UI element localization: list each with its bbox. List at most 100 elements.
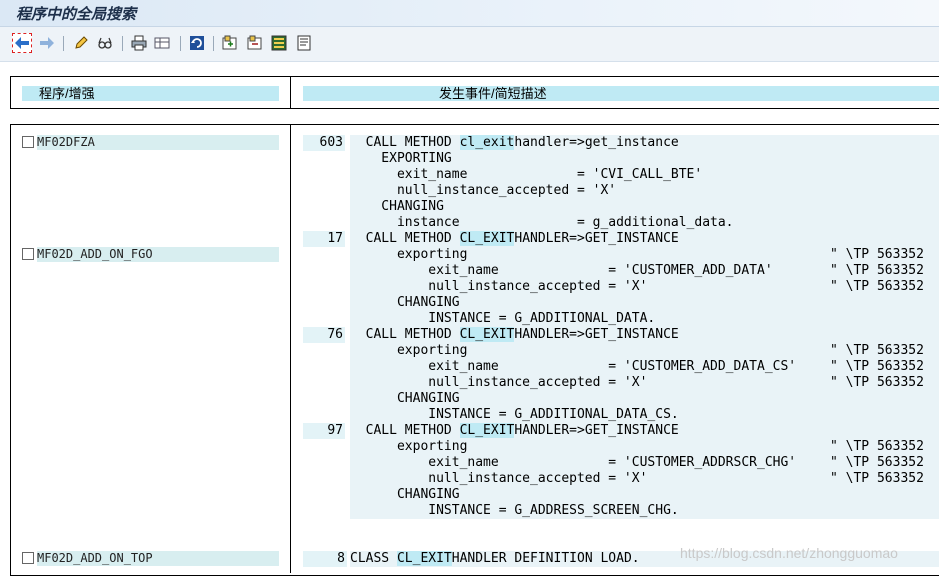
application-toolbar	[0, 27, 939, 62]
code-line[interactable]: CHANGING	[350, 391, 939, 407]
code-text: exporting	[350, 439, 468, 454]
code-line[interactable]: null_instance_accepted = 'X' " \TP 563352	[350, 279, 939, 295]
code-text: CHANGING	[350, 487, 460, 502]
select-all-icon	[271, 35, 287, 51]
code-text: null_instance_accepted = 'X'	[350, 471, 648, 486]
toolbar-separator	[63, 36, 64, 51]
code-comment: " \TP 563352	[830, 375, 924, 390]
code-line[interactable]: EXPORTING	[350, 151, 939, 167]
printer-icon	[131, 35, 147, 51]
code-line[interactable]: exporting " \TP 563352	[350, 343, 939, 359]
code-line[interactable]: INSTANCE = G_ADDITIONAL_DATA.	[350, 311, 939, 327]
program-checkbox[interactable]	[22, 552, 34, 564]
code-comment: " \TP 563352	[830, 343, 924, 358]
details-button[interactable]	[294, 33, 314, 53]
toolbar-separator	[213, 36, 214, 51]
code-text: CHANGING	[350, 391, 460, 406]
refresh-button[interactable]	[187, 33, 207, 53]
line-number: 603	[303, 135, 345, 151]
program-checkbox[interactable]	[22, 248, 34, 260]
document-icon	[297, 35, 311, 51]
description-column-header[interactable]: 发生事件/简短描述	[303, 86, 939, 101]
code-line[interactable]: CHANGING	[350, 295, 939, 311]
code-text: exporting	[350, 247, 468, 262]
code-line[interactable]: CALL METHOD cl_exithandler=>get_instance	[350, 135, 939, 151]
code-line[interactable]: exit_name = 'CUSTOMER_ADDRSCR_CHG' " \TP …	[350, 455, 939, 471]
search-match-highlight: CL_EXIT	[459, 423, 515, 438]
forward-button[interactable]	[37, 33, 57, 53]
toolbar-separator	[180, 36, 181, 51]
code-text: exporting	[350, 343, 468, 358]
line-number: 76	[303, 327, 345, 343]
line-number: 17	[303, 231, 345, 247]
watermark: https://blog.csdn.net/zhongguomao	[680, 545, 898, 561]
code-line[interactable]: INSTANCE = G_ADDITIONAL_DATA_CS.	[350, 407, 939, 423]
code-text: CALL METHOD cl_exithandler=>get_instance	[350, 135, 679, 150]
code-line[interactable]: exit_name = 'CVI_CALL_BTE'	[350, 167, 939, 183]
code-line[interactable]: CALL METHOD CL_EXITHANDLER=>GET_INSTANCE	[350, 327, 939, 343]
code-line[interactable]: exit_name = 'CUSTOMER_ADD_DATA' " \TP 563…	[350, 263, 939, 279]
code-line[interactable]: CALL METHOD CL_EXITHANDLER=>GET_INSTANCE	[350, 231, 939, 247]
code-text: CALL METHOD CL_EXITHANDLER=>GET_INSTANCE	[350, 423, 679, 438]
collapse-icon	[247, 35, 262, 50]
code-comment: " \TP 563352	[830, 279, 924, 294]
search-match-highlight: CL_EXIT	[459, 327, 515, 342]
program-checkbox[interactable]	[22, 136, 34, 148]
code-line[interactable]: exporting " \TP 563352	[350, 439, 939, 455]
code-line[interactable]: INSTANCE = G_ADDRESS_SCREEN_CHG.	[350, 503, 939, 519]
select-all-button[interactable]	[269, 33, 289, 53]
display-change-button[interactable]	[95, 33, 115, 53]
code-text: CLASS CL_EXITHANDLER DEFINITION LOAD.	[350, 551, 640, 566]
code-line[interactable]: null_instance_accepted = 'X'	[350, 183, 939, 199]
code-text: null_instance_accepted = 'X'	[350, 279, 648, 294]
column-divider	[290, 76, 291, 109]
code-text: null_instance_accepted = 'X'	[350, 375, 648, 390]
code-text: CALL METHOD CL_EXITHANDLER=>GET_INSTANCE	[350, 327, 679, 342]
code-text: INSTANCE = G_ADDITIONAL_DATA_CS.	[350, 407, 679, 422]
search-match-highlight: CL_EXIT	[459, 231, 515, 246]
code-text: null_instance_accepted = 'X'	[350, 183, 617, 198]
program-row[interactable]: MF02D_ADD_ON_TOP	[22, 551, 279, 566]
print-button[interactable]	[129, 33, 149, 53]
code-comment: " \TP 563352	[830, 263, 924, 278]
glasses-icon	[98, 37, 112, 49]
line-number: 97	[303, 423, 345, 439]
code-text: CHANGING	[350, 295, 460, 310]
program-name[interactable]: MF02D_ADD_ON_TOP	[37, 551, 279, 566]
code-line[interactable]: exporting " \TP 563352	[350, 247, 939, 263]
title-bar: 程序中的全局搜索	[0, 0, 939, 27]
program-column-header[interactable]: 程序/增强	[22, 86, 279, 101]
code-comment: " \TP 563352	[830, 247, 924, 262]
code-line[interactable]: CALL METHOD CL_EXITHANDLER=>GET_INSTANCE	[350, 423, 939, 439]
program-row[interactable]: MF02D_ADD_ON_FGO	[22, 247, 279, 262]
code-line[interactable]: exit_name = 'CUSTOMER_ADD_DATA_CS' " \TP …	[350, 359, 939, 375]
code-line[interactable]: null_instance_accepted = 'X' " \TP 563352	[350, 375, 939, 391]
search-match-highlight: CL_EXIT	[396, 551, 452, 566]
program-name[interactable]: MF02D_ADD_ON_FGO	[37, 247, 279, 262]
refresh-icon	[190, 36, 204, 50]
code-text: exit_name = 'CUSTOMER_ADD_DATA'	[350, 263, 773, 278]
toolbar-separator	[122, 36, 123, 51]
code-line[interactable]: CHANGING	[350, 487, 939, 503]
code-text: INSTANCE = G_ADDITIONAL_DATA.	[350, 311, 656, 326]
code-text: exit_name = 'CVI_CALL_BTE'	[350, 167, 703, 182]
collapse-button[interactable]	[245, 33, 265, 53]
program-name[interactable]: MF02DFZA	[37, 135, 279, 150]
expand-button[interactable]	[220, 33, 240, 53]
code-text: exit_name = 'CUSTOMER_ADDRSCR_CHG'	[350, 455, 797, 470]
code-comment: " \TP 563352	[830, 439, 924, 454]
layout-button[interactable]	[152, 33, 172, 53]
code-line[interactable]: null_instance_accepted = 'X' " \TP 563352	[350, 471, 939, 487]
program-row[interactable]: MF02DFZA	[22, 135, 279, 150]
edit-button[interactable]	[71, 33, 91, 53]
pencil-icon	[75, 36, 88, 49]
search-match-highlight: cl_exit	[459, 135, 515, 150]
back-button[interactable]	[12, 33, 32, 53]
code-line[interactable]: CHANGING	[350, 199, 939, 215]
line-number: 8	[303, 551, 347, 567]
code-line[interactable]: instance = g_additional_data.	[350, 215, 939, 231]
code-text: INSTANCE = G_ADDRESS_SCREEN_CHG.	[350, 503, 679, 518]
code-text: CHANGING	[350, 199, 444, 214]
code-comment: " \TP 563352	[830, 471, 924, 486]
column-divider	[290, 124, 291, 573]
